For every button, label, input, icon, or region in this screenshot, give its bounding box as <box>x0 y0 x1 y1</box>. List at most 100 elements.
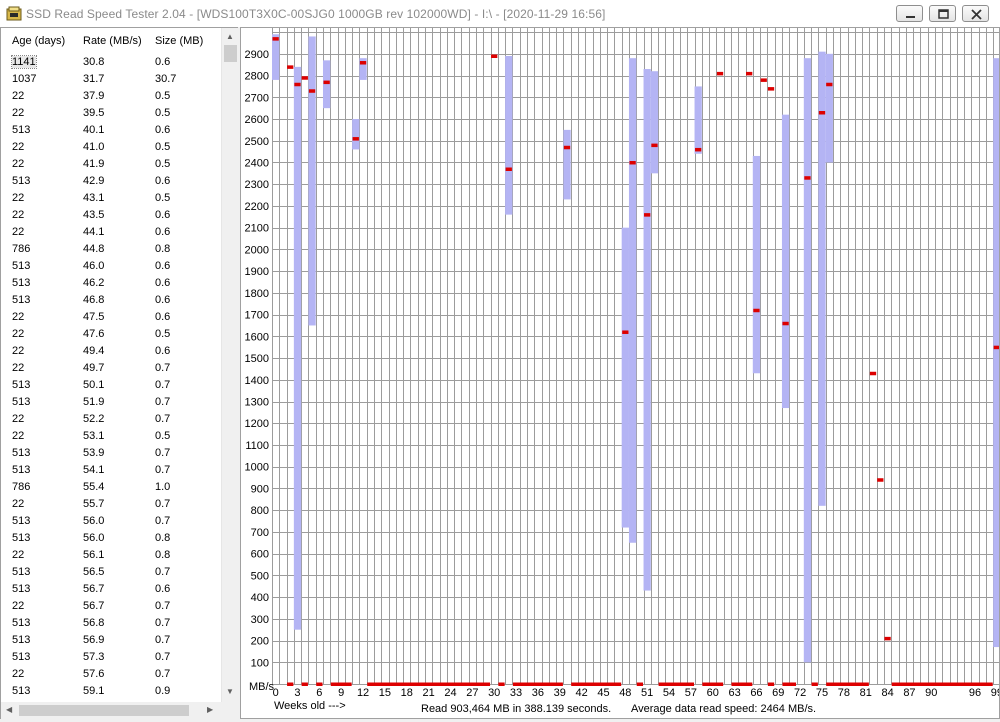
zero-speed-mark <box>316 682 323 686</box>
range-bar <box>694 86 702 154</box>
x-tick-label: 87 <box>903 687 915 699</box>
list-item[interactable]: 1141 30.8 0.6 <box>1 54 221 71</box>
list-item[interactable]: 513 57.3 0.7 <box>1 649 221 666</box>
list-item[interactable]: 22 39.5 0.5 <box>1 105 221 122</box>
list-item[interactable]: 22 47.5 0.6 <box>1 309 221 326</box>
list-item[interactable]: 22 49.7 0.7 <box>1 360 221 377</box>
cell-size: 0.6 <box>155 294 171 306</box>
cell-size: 0.7 <box>155 566 171 578</box>
range-bar <box>803 58 812 663</box>
x-tick-label: 72 <box>794 687 806 699</box>
list-item[interactable]: 22 52.2 0.7 <box>1 411 221 428</box>
vertical-scrollbar[interactable]: ▲ ▼ <box>221 28 238 702</box>
column-header-size[interactable]: Size (MB) <box>155 35 203 47</box>
cell-rate: 47.5 <box>83 311 105 323</box>
list-item[interactable]: 513 56.7 0.6 <box>1 581 221 598</box>
average-mark <box>651 143 658 148</box>
close-button[interactable] <box>962 5 989 22</box>
list-item[interactable]: 513 59.1 0.9 <box>1 683 221 700</box>
list-item[interactable]: 22 41.0 0.5 <box>1 139 221 156</box>
range-bar <box>272 34 280 80</box>
list-item[interactable]: 513 54.1 0.7 <box>1 462 221 479</box>
list-item[interactable]: 513 40.1 0.6 <box>1 122 221 139</box>
title-bar[interactable]: SSD Read Speed Tester 2.04 - [WDS100T3X0… <box>0 0 1000 27</box>
list-item[interactable]: 22 47.6 0.5 <box>1 326 221 343</box>
results-list[interactable]: Age (days) Rate (MB/s) Size (MB) 1141 30.… <box>0 27 238 719</box>
zero-speed-mark <box>512 682 563 686</box>
cell-rate: 30.8 <box>83 56 105 68</box>
list-item[interactable]: 513 56.5 0.7 <box>1 564 221 581</box>
cell-size: 0.7 <box>155 362 171 374</box>
cell-size: 0.5 <box>155 158 171 170</box>
list-item[interactable]: 513 50.1 0.7 <box>1 377 221 394</box>
cell-rate: 39.5 <box>83 107 105 119</box>
scroll-up-icon[interactable]: ▲ <box>226 33 234 41</box>
restore-button[interactable] <box>929 5 956 22</box>
cell-rate: 41.0 <box>83 141 105 153</box>
cell-rate: 46.2 <box>83 277 105 289</box>
list-item[interactable]: 22 56.7 0.7 <box>1 598 221 615</box>
list-item[interactable]: 513 46.0 0.6 <box>1 258 221 275</box>
list-item[interactable]: 786 55.4 1.0 <box>1 479 221 496</box>
list-item[interactable]: 513 46.2 0.6 <box>1 275 221 292</box>
cell-age: 513 <box>12 464 31 476</box>
restore-icon <box>938 9 949 19</box>
cell-size: 0.7 <box>155 413 171 425</box>
list-item[interactable]: 786 44.8 0.8 <box>1 241 221 258</box>
cell-age: 22 <box>12 328 25 340</box>
average-mark <box>505 167 512 171</box>
list-item[interactable]: 513 51.9 0.7 <box>1 394 221 411</box>
scroll-left-icon[interactable]: ◀ <box>6 706 12 714</box>
average-mark <box>352 137 359 141</box>
list-item[interactable]: 22 49.4 0.6 <box>1 343 221 360</box>
scroll-right-icon[interactable]: ▶ <box>207 706 213 714</box>
cell-rate: 54.1 <box>83 464 105 476</box>
y-tick-label: 1400 <box>245 375 269 387</box>
cell-rate: 56.0 <box>83 515 105 527</box>
list-item[interactable]: 513 56.9 0.7 <box>1 632 221 649</box>
x-axis-labels: 0 3 6 9 12 15 18 21 24 27 30 33 36 39 42 45 48 51 54 57 60 63… <box>273 687 999 699</box>
list-item[interactable]: 513 46.8 0.6 <box>1 292 221 309</box>
list-item[interactable]: 22 57.6 0.7 <box>1 666 221 683</box>
zero-speed-mark <box>301 682 308 686</box>
list-item[interactable]: 22 53.1 0.5 <box>1 428 221 445</box>
y-tick-label: 900 <box>251 483 269 495</box>
list-item[interactable]: 22 56.1 0.8 <box>1 547 221 564</box>
list-item[interactable]: 513 56.0 0.7 <box>1 513 221 530</box>
average-mark <box>818 111 826 115</box>
cell-age: 1037 <box>12 73 37 85</box>
list-item[interactable]: 22 43.5 0.6 <box>1 207 221 224</box>
horizontal-scroll-thumb[interactable] <box>19 705 189 716</box>
cell-age: 786 <box>12 243 31 255</box>
close-icon <box>971 9 982 20</box>
cell-age: 513 <box>12 685 31 697</box>
column-header-rate[interactable]: Rate (MB/s) <box>83 35 142 47</box>
list-item[interactable]: 22 37.9 0.5 <box>1 88 221 105</box>
average-mark <box>884 636 891 641</box>
vertical-scroll-thumb[interactable] <box>224 45 237 62</box>
horizontal-scrollbar[interactable]: ◀ ▶ <box>1 702 221 719</box>
list-item[interactable]: 1037 31.7 30.7 <box>1 71 221 88</box>
list-item[interactable]: 513 42.9 0.6 <box>1 173 221 190</box>
list-item[interactable]: 513 56.0 0.8 <box>1 530 221 547</box>
y-tick-label: 100 <box>251 657 269 669</box>
x-tick-label: 42 <box>575 687 587 699</box>
list-item[interactable]: 513 56.8 0.7 <box>1 615 221 632</box>
list-item[interactable]: 513 53.9 0.7 <box>1 445 221 462</box>
cell-rate: 49.4 <box>83 345 105 357</box>
zero-speed-mark <box>782 682 797 686</box>
column-header-age[interactable]: Age (days) <box>12 35 65 47</box>
x-tick-label: 18 <box>401 687 413 699</box>
minimize-button[interactable] <box>896 5 923 22</box>
y-tick-label: 600 <box>251 549 269 561</box>
list-item[interactable]: 22 41.9 0.5 <box>1 156 221 173</box>
average-mark <box>323 80 330 85</box>
list-item[interactable]: 22 44.1 0.6 <box>1 224 221 241</box>
scroll-down-icon[interactable]: ▼ <box>226 688 234 696</box>
y-tick-label: 1800 <box>245 288 269 300</box>
list-item[interactable]: 22 55.7 0.7 <box>1 496 221 513</box>
x-tick-label: 24 <box>444 687 456 699</box>
cell-age: 22 <box>12 498 25 510</box>
list-item[interactable]: 22 43.1 0.5 <box>1 190 221 207</box>
cell-size: 0.6 <box>155 226 171 238</box>
